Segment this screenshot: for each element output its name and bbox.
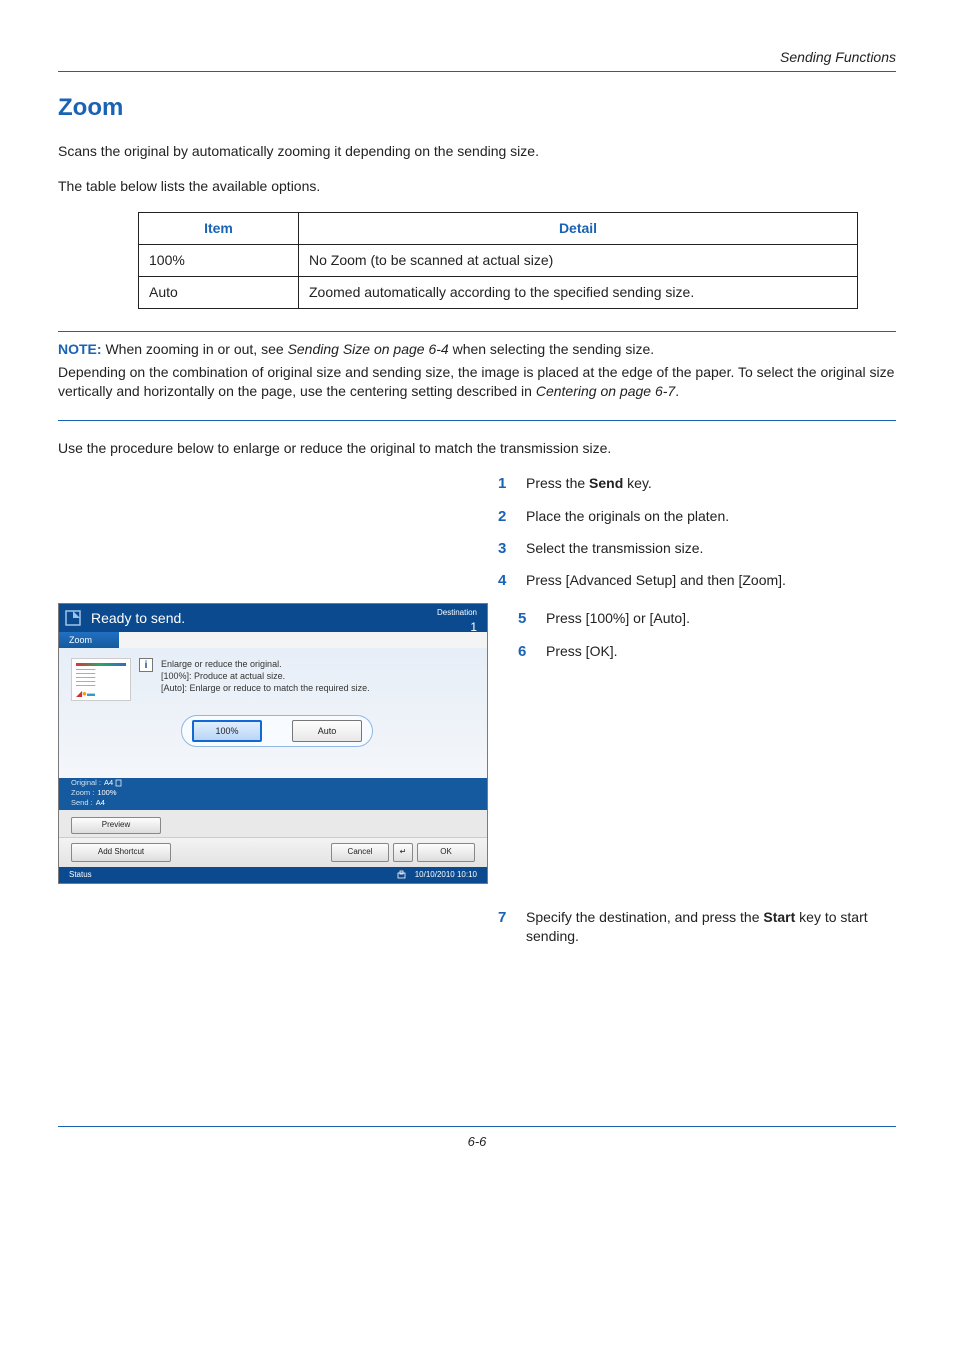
cancel-button[interactable]: Cancel — [331, 843, 389, 862]
page-number: 6-6 — [468, 1134, 487, 1149]
step-bold: Start — [763, 909, 795, 925]
step-num: 6 — [518, 642, 546, 662]
th-item: Item — [139, 213, 299, 245]
panel-mid-strip: Original :A4 Zoom :100% Send :A4 — [59, 778, 487, 810]
info-value: A4 — [104, 778, 113, 787]
steps-top: 1Press the Send key. 2Place the original… — [498, 474, 896, 591]
info-value: A4 — [96, 798, 105, 807]
step-num: 5 — [518, 609, 546, 629]
panel-tab-zoom[interactable]: Zoom — [59, 632, 119, 648]
step-text: Place the originals on the platen. — [526, 507, 896, 526]
intro-2: The table below lists the available opti… — [58, 177, 896, 196]
cell-detail: No Zoom (to be scanned at actual size) — [299, 244, 858, 276]
page-title: Zoom — [58, 92, 896, 124]
step-5: 5Press [100%] or [Auto]. — [518, 609, 896, 629]
step-num: 7 — [498, 908, 526, 928]
steps-final: 7Specify the destination, and press the … — [498, 908, 896, 946]
panel-destination: Destination 1 — [437, 608, 477, 635]
panel-hint: Enlarge or reduce the original. [100%]: … — [161, 658, 370, 701]
steps-right: 5Press [100%] or [Auto]. 6Press [OK]. — [518, 609, 896, 662]
step-text: Select the transmission size. — [526, 539, 896, 558]
table-row: 100% No Zoom (to be scanned at actual si… — [139, 244, 858, 276]
status-label: Status — [69, 870, 92, 881]
option-group: 100% Auto — [181, 715, 373, 747]
device-panel: Ready to send. Destination 1 Zoom ━━━━━━… — [58, 603, 488, 884]
panel-destination-count: 1 — [437, 619, 477, 635]
note-ref-1: Sending Size on page 6-4 — [288, 341, 449, 357]
info-icon: i — [139, 658, 153, 672]
info-label: Zoom — [71, 788, 90, 797]
step-num: 3 — [498, 539, 526, 559]
status-icon — [397, 870, 406, 879]
step-text: key. — [623, 475, 652, 491]
status-timestamp: 10/10/2010 10:10 — [415, 870, 477, 879]
step-text: Press [OK]. — [546, 642, 896, 661]
step-bold: Send — [589, 475, 623, 491]
panel-action-bar: Add Shortcut Cancel ↵ OK — [59, 837, 487, 867]
step-3: 3Select the transmission size. — [498, 539, 896, 559]
step-1: 1Press the Send key. — [498, 474, 896, 494]
note-rule-top — [58, 331, 896, 332]
hint-line: [100%]: Produce at actual size. — [161, 670, 370, 682]
panel-body: ━━━━━━━━━━━━━━━━━━━━━━━━━━━━━━━━━━━━━━━━… — [59, 648, 487, 778]
cell-item: Auto — [139, 276, 299, 308]
cell-item: 100% — [139, 244, 299, 276]
step-num: 4 — [498, 571, 526, 591]
table-row: Auto Zoomed automatically according to t… — [139, 276, 858, 308]
option-auto-button[interactable]: Auto — [292, 720, 362, 742]
options-table: Item Detail 100% No Zoom (to be scanned … — [138, 212, 858, 309]
info-value: 100% — [97, 788, 116, 797]
add-shortcut-button[interactable]: Add Shortcut — [71, 843, 171, 862]
note-rule-bottom — [58, 420, 896, 421]
hint-line: Enlarge or reduce the original. — [161, 658, 370, 670]
orientation-icon — [115, 779, 123, 787]
step-num: 1 — [498, 474, 526, 494]
note-label: NOTE: — [58, 341, 102, 357]
step-text: Press the — [526, 475, 589, 491]
running-header: Sending Functions — [58, 48, 896, 67]
note-text-1b: when selecting the sending size. — [449, 341, 654, 357]
footer-rule — [58, 1126, 896, 1127]
note-line-2: Depending on the combination of original… — [58, 363, 896, 401]
step-6: 6Press [OK]. — [518, 642, 896, 662]
intro-1: Scans the original by automatically zoom… — [58, 142, 896, 161]
step-text: Press [Advanced Setup] and then [Zoom]. — [526, 571, 896, 590]
ok-button[interactable]: OK — [417, 843, 475, 862]
note-text-2end: . — [675, 383, 679, 399]
panel-ready-text: Ready to send. — [91, 609, 185, 628]
panel-size-info: Original :A4 Zoom :100% Send :A4 — [71, 778, 123, 810]
step-text: Press [100%] or [Auto]. — [546, 609, 896, 628]
panel-titlebar: Ready to send. Destination 1 — [59, 604, 487, 632]
panel-destination-label: Destination — [437, 608, 477, 619]
note-text-2: Depending on the combination of original… — [58, 364, 894, 399]
panel-status-bar[interactable]: Status 10/10/2010 10:10 — [59, 867, 487, 883]
send-icon — [59, 604, 87, 632]
option-100-button[interactable]: 100% — [192, 720, 262, 742]
note-text-1a: When zooming in or out, see — [102, 341, 288, 357]
step-7: 7Specify the destination, and press the … — [498, 908, 896, 946]
info-label: Original — [71, 778, 97, 787]
preview-button[interactable]: Preview — [71, 817, 161, 834]
note-ref-2: Centering on page 6-7 — [536, 383, 675, 399]
cell-detail: Zoomed automatically according to the sp… — [299, 276, 858, 308]
step-2: 2Place the originals on the platen. — [498, 507, 896, 527]
hint-line: [Auto]: Enlarge or reduce to match the r… — [161, 682, 370, 694]
note-block: NOTE: When zooming in or out, see Sendin… — [58, 340, 896, 401]
step-text: Specify the destination, and press the — [526, 909, 763, 925]
step-4: 4Press [Advanced Setup] and then [Zoom]. — [498, 571, 896, 591]
header-rule — [58, 71, 896, 72]
procedure-intro: Use the procedure below to enlarge or re… — [58, 439, 896, 458]
th-detail: Detail — [299, 213, 858, 245]
info-label: Send — [71, 798, 89, 807]
step-num: 2 — [498, 507, 526, 527]
back-button[interactable]: ↵ — [393, 843, 413, 862]
panel-thumbnail: ━━━━━━━━━━━━━━━━━━━━━━━━━━━━━━━━━━━━━━━━… — [71, 658, 131, 701]
